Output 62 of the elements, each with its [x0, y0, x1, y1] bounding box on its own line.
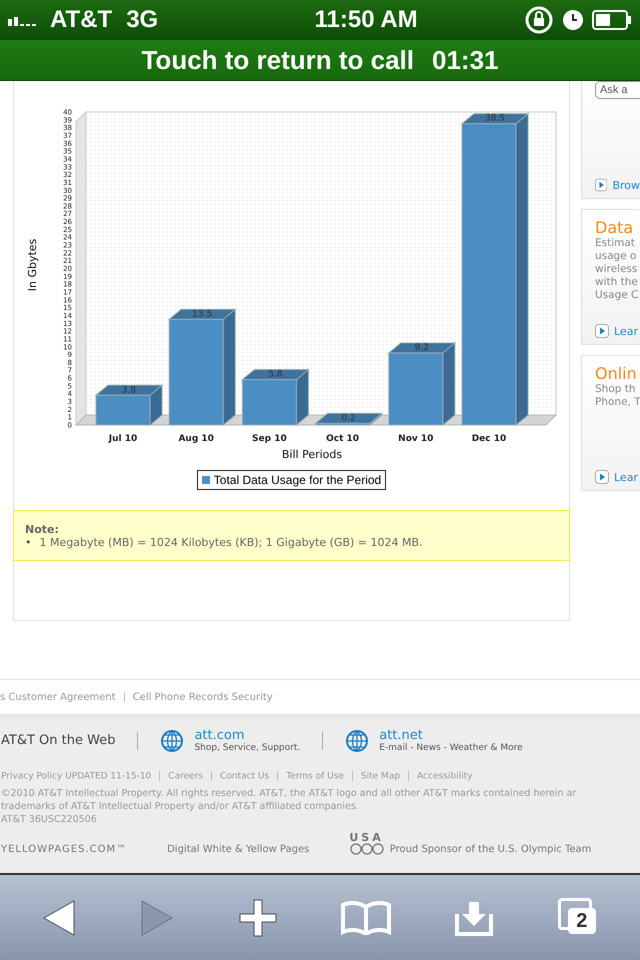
x-tick-label: Nov 10: [398, 434, 433, 444]
copyright-text: AT&T 36USC220506: [1, 813, 98, 826]
olympic-rings-icon: [350, 843, 384, 856]
x-tick-label: Jul 10: [108, 434, 137, 444]
card-link[interactable]: Brow: [612, 178, 640, 192]
footer-link[interactable]: Careers: [168, 771, 204, 782]
footer-link[interactable]: Terms of Use: [286, 771, 344, 782]
usa-logo: USA: [349, 832, 384, 844]
directory-label: Digital White & Yellow Pages: [167, 844, 310, 856]
footer-link[interactable]: Contact Us: [220, 771, 270, 782]
network-label: 3G: [126, 6, 158, 34]
sponsor-label: Proud Sponsor of the U.S. Olympic Team: [390, 844, 592, 856]
footer-link[interactable]: Privacy Policy UPDATED 11-15-10: [1, 771, 152, 782]
card-link[interactable]: Lear: [614, 470, 638, 484]
bar-value-label: 3.8: [121, 385, 136, 396]
note-title: Note:: [25, 523, 60, 536]
site-link[interactable]: att.com: [194, 728, 300, 743]
book-icon[interactable]: [341, 900, 392, 934]
bar-value-label: 38.5: [484, 114, 505, 124]
x-tick-label: Oct 10: [326, 434, 359, 444]
return-to-call-bar[interactable]: Touch to return to call 01:31: [0, 40, 640, 81]
yellowpages-logo[interactable]: YELLOWPAGES.COM™: [1, 844, 128, 856]
download-icon[interactable]: [455, 900, 494, 936]
bar-value-label: 5.8: [268, 370, 282, 380]
copyright-text: trademarks of AT&T Intellectual Property and/or AT&T affiliated companies.: [1, 800, 360, 814]
footer-link[interactable]: Cell Phone Records Security: [132, 692, 273, 702]
x-axis-title: Bill Periods: [281, 448, 342, 461]
y-axis-title: In Gbytes: [26, 238, 38, 292]
back-icon[interactable]: [42, 898, 76, 936]
globe-icon: [345, 728, 370, 752]
add-icon[interactable]: [238, 898, 277, 936]
x-tick-label: Dec 10: [471, 434, 506, 444]
x-tick-label: Sep 10: [252, 434, 286, 444]
battery-icon: [592, 10, 632, 30]
site-link[interactable]: att.net: [379, 728, 523, 743]
promo-title: Onlin: [595, 364, 638, 383]
footer-link[interactable]: Accessibility: [417, 771, 472, 782]
globe-icon: [160, 728, 184, 752]
bar: [241, 379, 296, 426]
carrier-label: AT&T: [50, 6, 112, 34]
bar-value-label: 0.2: [340, 413, 356, 424]
card-link[interactable]: Lear: [614, 324, 638, 338]
copyright-text: ©2010 AT&T Intellectual Property. All rights reserved. AT&T, the AT&T logo and all other AT&T marks contained herein ar: [1, 787, 578, 800]
note-item: 1 Megabyte (MB) = 1024 Kilobytes (KB); 1 Gigabyte (GB) = 1024 MB.: [40, 536, 423, 549]
rotation-lock-icon: [524, 5, 554, 35]
footer-link[interactable]: Site Map: [360, 771, 400, 782]
bar-value-label: 13.5: [192, 309, 212, 320]
bar: [95, 394, 150, 426]
footer-link[interactable]: s Customer Agreement: [0, 692, 116, 702]
bullet: •: [25, 536, 32, 549]
clock-time: 11:50 AM: [314, 6, 418, 34]
site-tagline: Shop, Service, Support.: [194, 743, 300, 753]
web-heading: AT&T On the Web: [1, 733, 116, 748]
site-tagline: E-mail - News - Weather & More: [379, 743, 523, 753]
bar-value-label: 9.2: [414, 343, 428, 353]
alarm-clock-icon: [562, 9, 584, 31]
question-field[interactable]: Ask a: [595, 81, 640, 99]
legend-label: Total Data Usage for the Period: [214, 473, 382, 487]
promo-text: Estimat usage o wireless with the Usage C: [595, 237, 640, 302]
bar: [314, 422, 370, 426]
promo-title: Data: [595, 218, 634, 237]
x-tick-label: Aug 10: [178, 434, 214, 444]
